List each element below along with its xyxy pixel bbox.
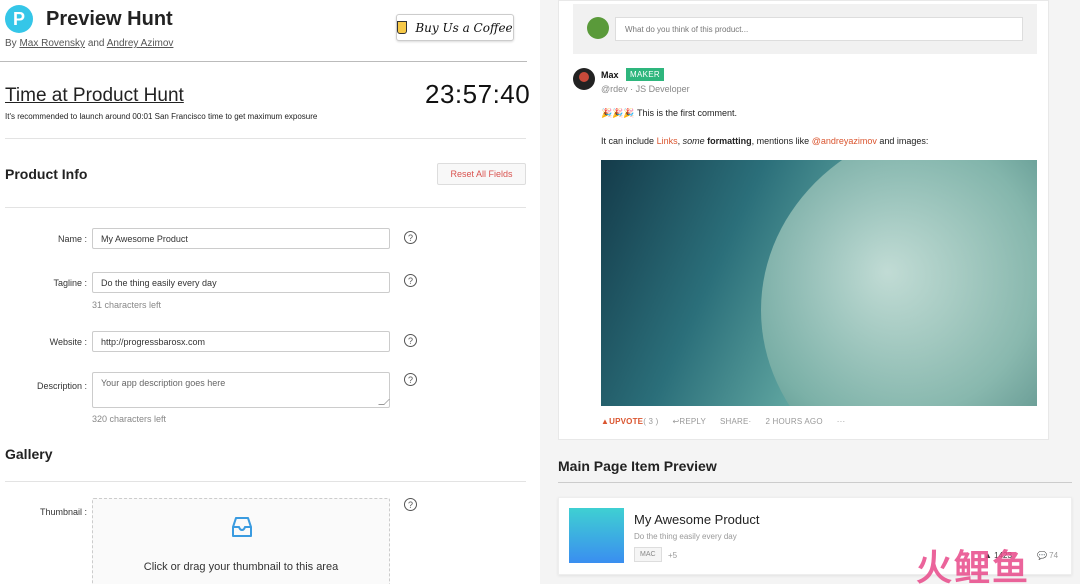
comment-author[interactable]: Max [601, 70, 619, 80]
comment-line2: It can include Links, some formatting, m… [601, 136, 928, 146]
tagline-help-icon[interactable]: ? [404, 274, 417, 287]
maker-badge: MAKER [626, 68, 664, 81]
author-link-max[interactable]: Max Rovensky [19, 38, 85, 49]
description-placeholder: Your app description goes here [101, 378, 226, 388]
app-title: Preview Hunt [46, 7, 173, 30]
comment-line1-text: This is the first comment. [636, 108, 737, 118]
byline: By Max Rovensky and Andrey Azimov [5, 38, 173, 49]
divider [5, 207, 526, 208]
wave-shape [761, 160, 1037, 406]
bold-text: formatting [707, 136, 752, 146]
upvote-label: ▲UPVOTE [601, 417, 644, 426]
reset-all-fields-button[interactable]: Reset All Fields [437, 163, 526, 185]
gallery-heading: Gallery [5, 446, 53, 462]
comment-actions: ▲UPVOTE( 3 ) ↩REPLY SHARE· 2 HOURS AGO ·… [601, 417, 845, 426]
divider [558, 482, 1072, 483]
watermark-logo: 火鲤鱼 [916, 547, 1031, 584]
resize-handle-icon[interactable] [378, 399, 390, 405]
website-help-icon[interactable]: ? [404, 334, 417, 347]
inbox-icon [232, 517, 252, 537]
description-textarea[interactable]: Your app description goes here [92, 372, 390, 408]
comment-count[interactable]: 💬 74 [1037, 551, 1058, 560]
share-button[interactable]: SHARE· [720, 417, 751, 426]
text: It can include [601, 136, 655, 146]
clock: 23:57:40 [425, 79, 531, 109]
avatar [587, 17, 609, 39]
italic-text: some [682, 136, 705, 146]
text: and images: [879, 136, 929, 146]
description-help-icon[interactable]: ? [404, 373, 417, 386]
product-name: My Awesome Product [634, 512, 760, 527]
divider [0, 61, 527, 62]
time-title: Time at Product Hunt [5, 85, 184, 106]
thumbnail-dropzone[interactable]: Click or drag your thumbnail to this are… [92, 498, 390, 584]
more-topics: +5 [668, 551, 678, 560]
product-tagline: Do the thing easily every day [634, 532, 737, 541]
thumbnail-label: Thumbnail : [39, 507, 87, 517]
brand: P Preview Hunt [5, 5, 173, 33]
mention-link[interactable]: @andreyazimov [812, 136, 877, 146]
byline-prefix: By [5, 38, 17, 49]
tagline-input[interactable]: Do the thing easily every day [92, 272, 390, 293]
party-icon: 🎉🎉🎉 [601, 108, 635, 118]
divider [5, 481, 526, 482]
buy-coffee-label: Buy Us a Coffee [415, 20, 513, 35]
comment-handle: @rdev · JS Developer [601, 84, 690, 94]
buy-coffee-button[interactable]: Buy Us a Coffee [396, 14, 514, 41]
comment-image [601, 160, 1037, 406]
more-icon[interactable]: ··· [837, 417, 846, 426]
editor-panel: P Preview Hunt By Max Rovensky and Andre… [0, 0, 540, 584]
text: , [677, 136, 681, 146]
description-label: Description : [36, 381, 87, 391]
thumbnail-help-icon[interactable]: ? [404, 498, 417, 511]
comment-time: 2 HOURS AGO [765, 417, 823, 426]
comment-input[interactable]: What do you think of this product... [615, 17, 1023, 41]
preview-heading: Main Page Item Preview [558, 458, 717, 474]
comment-compose: What do you think of this product... [573, 4, 1037, 54]
tagline-char-count: 31 characters left [92, 300, 162, 310]
platform-badge: MAC [634, 547, 662, 562]
upvote-count: ( 3 ) [643, 417, 659, 426]
coffee-cup-icon [397, 21, 408, 34]
website-input[interactable]: http://progressbarosx.com [92, 331, 390, 352]
reply-button[interactable]: ↩REPLY [672, 417, 706, 426]
name-help-icon[interactable]: ? [404, 231, 417, 244]
author-link-andrey[interactable]: Andrey Azimov [107, 38, 174, 49]
commenter-avatar[interactable] [573, 68, 595, 90]
byline-and: and [87, 38, 105, 49]
dropzone-text: Click or drag your thumbnail to this are… [143, 561, 339, 573]
logo-icon: P [5, 5, 33, 33]
description-char-count: 320 characters left [92, 414, 167, 424]
name-input[interactable]: My Awesome Product [92, 228, 390, 249]
comment-card: What do you think of this product... Max… [558, 0, 1049, 440]
divider [5, 138, 526, 139]
upvote-button[interactable]: ▲UPVOTE( 3 ) [601, 417, 658, 426]
text: , mentions like [751, 136, 810, 146]
tagline-label: Tagline : [53, 278, 87, 288]
preview-panel: What do you think of this product... Max… [540, 0, 1080, 584]
comment-line1: 🎉🎉🎉 This is the first comment. [601, 108, 737, 119]
comment-link[interactable]: Links [657, 136, 678, 146]
website-label: Website : [49, 337, 87, 347]
product-thumbnail [569, 508, 624, 563]
product-info-heading: Product Info [5, 166, 88, 182]
time-note: It's recommended to launch around 00:01 … [5, 112, 318, 121]
name-label: Name : [57, 234, 87, 244]
